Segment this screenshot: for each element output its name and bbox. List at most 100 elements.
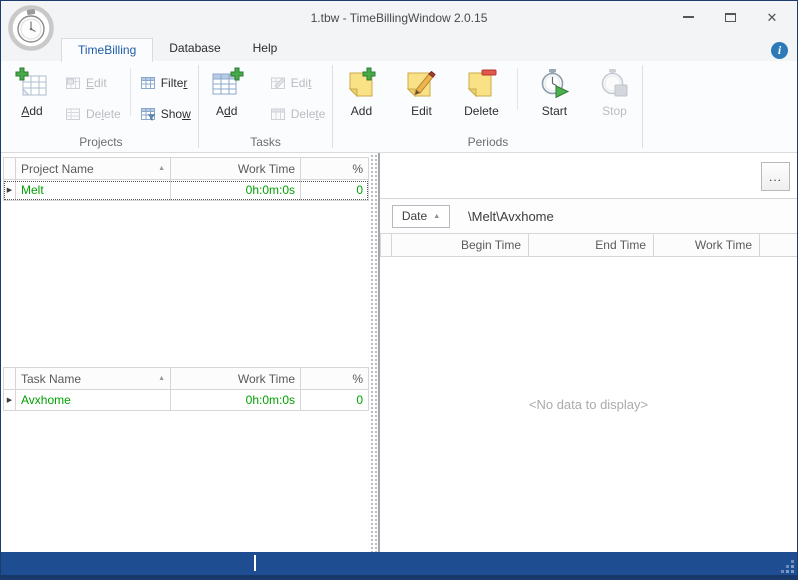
tasks-add-button[interactable]: Add [200,66,254,118]
projects-header-gutter [3,157,16,180]
periods-start-label: Start [541,104,568,118]
projects-row-melt[interactable]: ▶ Melt 0h:0m:0s 0 [3,180,369,201]
periods-stop-label: Stop [602,104,627,118]
sort-ascending-icon: ▲ [433,212,441,220]
info-icon[interactable]: i [771,42,788,59]
periods-column-worktime[interactable]: Work Time [654,233,760,257]
note-delete-icon [464,67,498,101]
stop-stopwatch-icon [597,67,631,101]
tasks-edit-label: Edit [290,75,312,90]
sort-ascending-icon: ▲ [158,375,165,382]
close-button[interactable]: ✕ [759,7,785,27]
periods-column-endtime[interactable]: End Time [529,233,654,257]
window-controls: ✕ [675,7,785,27]
maximize-button[interactable] [717,7,743,27]
projects-column-name-label: Project Name [21,161,94,176]
ribbon-group-separator [332,65,334,148]
tasks-edit-button: Edit [264,72,332,93]
periods-add-button[interactable]: Add [334,66,388,118]
tasks-delete-button: Delete [264,103,332,124]
tasks-column-name-label: Task Name [21,371,82,386]
projects-grid-header: Project Name ▲ Work Time % [3,157,369,180]
tasks-row-avxhome[interactable]: ▶ Avxhome 0h:0m:0s 0 [3,390,369,411]
projects-edit-label: Edit [86,75,107,90]
projects-column-name[interactable]: Project Name ▲ [16,157,171,180]
task-delete-icon [270,106,286,122]
periods-edit-button[interactable]: Edit [394,66,448,118]
selected-path-label: \Melt\Avxhome [468,208,554,224]
ribbon-inner-separator [129,68,131,116]
tab-help[interactable]: Help [237,37,294,61]
periods-stop-button: Stop [587,66,641,118]
ribbon-group-label-periods: Periods [467,135,509,149]
ribbon: Add Edit Delete Filter Show Projects Add… [1,61,797,153]
table-show-icon [140,106,156,122]
group-by-date-chip[interactable]: Date ▲ [392,204,450,228]
ribbon-group-tasks: Add Edit Delete Tasks [200,61,332,152]
note-edit-icon [404,67,438,101]
task-name-cell: Avxhome [16,390,171,411]
periods-grid-body: <No data to display> [380,257,797,552]
tasks-column-worktime[interactable]: Work Time [171,367,301,390]
periods-panel: ... Date ▲ \Melt\Avxhome Begin Time End … [380,153,797,552]
projects-column-percent[interactable]: % [301,157,369,180]
window-bottom-edge [1,575,797,579]
tasks-column-name[interactable]: Task Name ▲ [16,367,171,390]
title-bar: 1.tbw - TimeBillingWindow 2.0.15 ✕ [1,1,797,51]
projects-add-label: Add [21,104,43,118]
sort-ascending-icon: ▲ [158,165,165,172]
group-by-bar: Date ▲ \Melt\Avxhome [380,199,797,233]
resize-grip-icon[interactable] [782,561,794,573]
project-worktime-cell: 0h:0m:0s [171,180,301,201]
row-indicator-cell: ▶ [3,180,16,201]
tasks-delete-label: Delete [290,106,326,121]
ribbon-tab-bar: TimeBilling Database Help i [1,36,797,62]
task-edit-icon [270,75,286,91]
panel-splitter[interactable] [369,153,380,552]
ribbon-group-label-projects: Projects [79,135,123,149]
projects-add-button[interactable]: Add [5,66,59,118]
ribbon-group-separator [642,65,644,148]
app-logo-stopwatch-icon [8,5,54,51]
projects-show-button[interactable]: Show [134,103,197,124]
group-by-date-label: Date [401,209,428,223]
project-percent-cell: 0 [301,180,369,201]
maximize-icon [724,12,736,22]
tasks-add-label: Add [216,104,238,118]
projects-delete-label: Delete [86,106,121,121]
periods-edit-label: Edit [411,104,432,118]
periods-grid-header: Begin Time End Time Work Time [380,233,797,257]
tasks-header-gutter [3,367,16,390]
periods-add-label: Add [350,104,373,118]
periods-delete-label: Delete [464,104,499,118]
projects-filter-button[interactable]: Filter [134,72,197,93]
ribbon-inner-separator [517,68,519,110]
periods-delete-button[interactable]: Delete [454,66,508,118]
projects-column-worktime[interactable]: Work Time [171,157,301,180]
table-add-icon [15,67,49,101]
row-indicator-cell: ▶ [3,390,16,411]
table-edit-icon [65,75,81,91]
ribbon-group-projects: Add Edit Delete Filter Show Projects [5,61,197,152]
projects-filter-label: Filter [160,75,188,90]
minimize-button[interactable] [675,7,701,27]
minimize-icon [682,16,694,18]
project-name-cell: Melt [16,180,171,201]
more-options-button[interactable]: ... [761,162,790,191]
no-data-message: <No data to display> [528,397,649,412]
tasks-grid: Task Name ▲ Work Time % ▶ Avxhome 0h:0m:… [3,367,369,411]
left-panel: Project Name ▲ Work Time % ▶ Melt 0h:0m:… [1,153,369,552]
tasks-column-percent[interactable]: % [301,367,369,390]
start-stopwatch-icon [537,67,571,101]
status-bar-tick [254,555,256,571]
table-delete-icon [65,106,81,122]
close-icon: ✕ [766,9,778,25]
periods-start-button[interactable]: Start [527,66,581,118]
periods-column-begintime[interactable]: Begin Time [392,233,529,257]
tab-database[interactable]: Database [153,37,236,61]
tab-timebilling[interactable]: TimeBilling [61,38,154,62]
task-worktime-cell: 0h:0m:0s [171,390,301,411]
note-add-icon [344,67,378,101]
projects-show-label: Show [160,106,191,121]
main-content: Project Name ▲ Work Time % ▶ Melt 0h:0m:… [1,153,797,552]
